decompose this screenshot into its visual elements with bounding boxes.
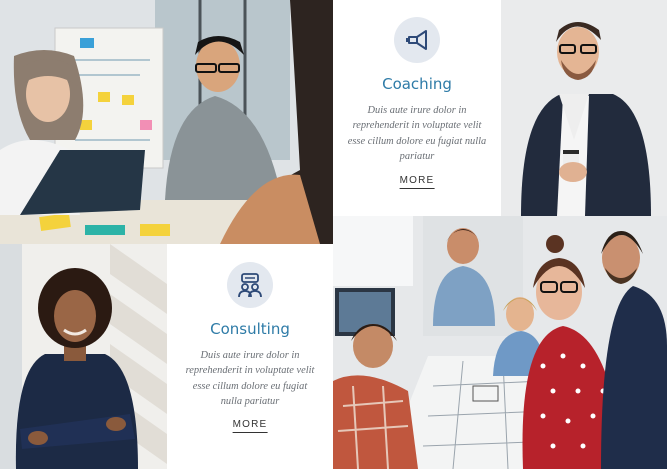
more-link[interactable]: MORE xyxy=(399,175,435,189)
card-title: Consulting xyxy=(210,320,290,338)
card-description: Duis aute irure dolor in reprehenderit i… xyxy=(185,350,315,408)
team-icon xyxy=(227,262,273,308)
more-link[interactable]: MORE xyxy=(232,419,268,433)
team-meeting-photo xyxy=(0,0,333,244)
coaching-card: Coaching Duis aute irure dolor in repreh… xyxy=(333,0,501,216)
card-description: Duis aute irure dolor in reprehenderit i… xyxy=(347,105,487,163)
services-grid: Coaching Duis aute irure dolor in repreh… xyxy=(0,0,667,469)
woman-portrait-photo xyxy=(0,244,167,469)
team-blueprints-photo xyxy=(333,216,667,469)
consulting-card: Consulting Duis aute irure dolor in repr… xyxy=(167,244,333,469)
card-title: Coaching xyxy=(382,75,452,93)
megaphone-icon xyxy=(394,17,440,63)
man-with-coffee-photo xyxy=(501,0,667,216)
